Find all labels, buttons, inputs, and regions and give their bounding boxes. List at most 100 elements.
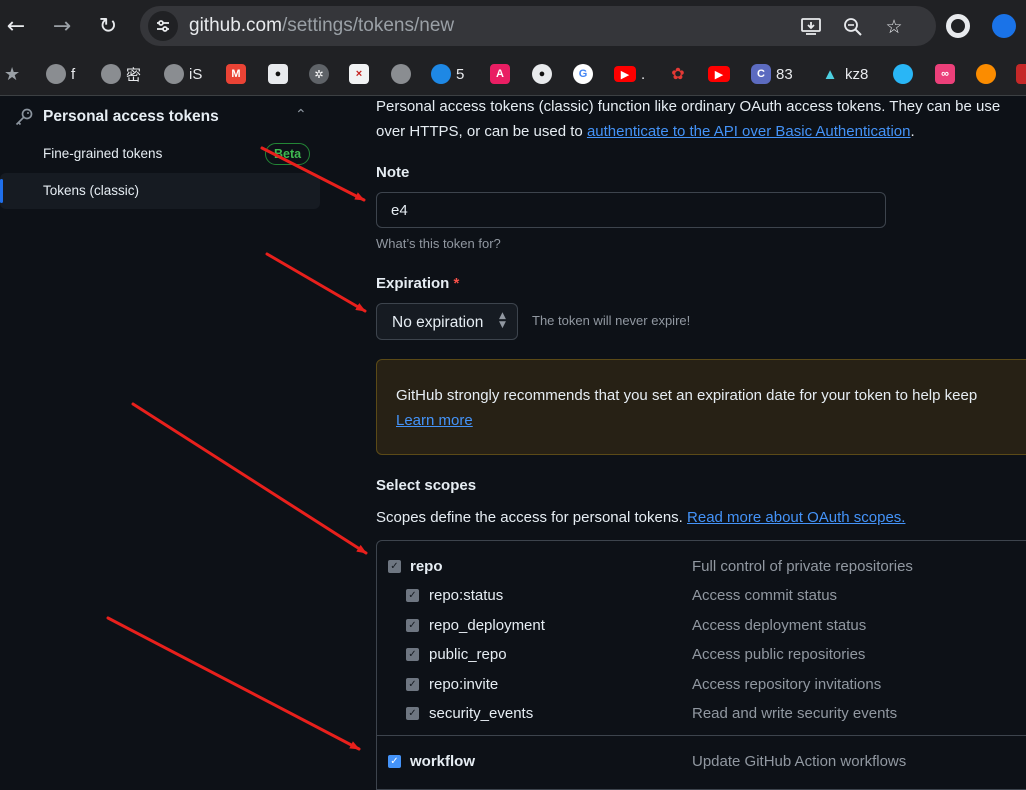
globe-icon: [164, 64, 184, 84]
sidebar-section-label: Personal access tokens: [43, 108, 219, 125]
note-value: e4: [391, 202, 408, 219]
oauth-scopes-link[interactable]: Read more about OAuth scopes.: [687, 509, 905, 526]
scope-description: Read and write security events: [692, 705, 898, 722]
chevron-up-icon[interactable]: ⌃: [295, 107, 307, 123]
scope-description: Access public repositories: [692, 646, 866, 663]
sidebar-section-personal-access-tokens[interactable]: Personal access tokens ⌃: [14, 105, 314, 131]
bookmark-item[interactable]: iS: [164, 62, 202, 86]
bookmark-item[interactable]: [893, 62, 913, 86]
translate-icon: A: [490, 64, 510, 84]
scope-name: security_events: [429, 705, 534, 722]
bookmark-item[interactable]: [1016, 62, 1026, 86]
extension-circle-icon[interactable]: [946, 14, 970, 38]
checkbox-checked-icon[interactable]: ✓: [406, 619, 419, 632]
required-asterisk: *: [453, 275, 460, 292]
expiration-warning-flash: GitHub strongly recommends that you set …: [376, 359, 1026, 455]
scope-description: Access commit status: [692, 587, 838, 604]
expiration-hint: The token will never expire!: [532, 313, 691, 328]
intro-text: Personal access tokens (classic) functio…: [376, 98, 1001, 115]
checkbox-checked-icon[interactable]: ✓: [406, 678, 419, 691]
scope-description: Update GitHub Action workflows: [692, 753, 907, 770]
bookmark-item[interactable]: [976, 62, 996, 86]
app-icon: ×: [349, 64, 369, 84]
checkbox-checked-icon[interactable]: ✓: [406, 648, 419, 661]
scope-row-workflow[interactable]: ✓ workflow Update GitHub Action workflow…: [377, 748, 1026, 776]
scope-row-repo[interactable]: ✓ repo Full control of private repositor…: [377, 553, 1026, 581]
note-input[interactable]: e4: [376, 192, 886, 228]
app-icon: [1016, 64, 1026, 84]
bookmark-star-icon[interactable]: ☆: [881, 14, 907, 40]
circle-icon: [976, 64, 996, 84]
reload-icon[interactable]: ↻: [92, 10, 124, 42]
select-arrows-icon: ▲ ▼: [499, 311, 506, 330]
expiration-value: No expiration: [392, 314, 484, 331]
bookmark-item[interactable]: 5: [431, 62, 464, 86]
bookmark-item[interactable]: [391, 62, 411, 86]
checkbox-checked-icon[interactable]: ✓: [406, 707, 419, 720]
scope-name: repo: [410, 558, 443, 575]
scope-row-repo-invite[interactable]: ✓ repo:invite Access repository invitati…: [377, 671, 1026, 699]
mountain-icon: ▲: [822, 65, 838, 83]
sidebar-item-label: Fine-grained tokens: [43, 146, 163, 161]
sidebar-item-label: Tokens (classic): [43, 183, 140, 198]
bookmark-item[interactable]: ●: [268, 62, 288, 86]
bookmark-item[interactable]: ▶: [708, 62, 730, 86]
checkbox-checked-icon[interactable]: ✓: [406, 589, 419, 602]
google-icon: G: [573, 64, 593, 84]
bookmark-item[interactable]: ✲: [309, 62, 329, 86]
scope-name: repo:invite: [429, 676, 499, 693]
panda-icon: ●: [268, 64, 288, 84]
sidebar-item-fine-grained-tokens[interactable]: Fine-grained tokens Beta: [0, 136, 320, 172]
scope-row-repo-deployment[interactable]: ✓ repo_deployment Access deployment stat…: [377, 612, 1026, 640]
bookmark-item[interactable]: ∞: [935, 62, 955, 86]
app-icon: ∞: [935, 64, 955, 84]
browser-toolbar: ← → ↻ github.com/settings/tokens/new ☆: [0, 0, 1026, 52]
warning-text: GitHub strongly recommends that you set …: [396, 387, 978, 404]
bookmark-item[interactable]: ✿: [668, 62, 688, 86]
github-icon: ●: [532, 64, 552, 84]
note-label: Note: [376, 164, 410, 181]
app-icon: [893, 64, 913, 84]
cloud-icon: [431, 64, 451, 84]
basic-auth-link[interactable]: authenticate to the API over Basic Authe…: [587, 123, 911, 140]
checkbox-checked-icon[interactable]: ✓: [388, 560, 401, 573]
scope-row-security-events[interactable]: ✓ security_events Read and write securit…: [377, 700, 1026, 728]
scope-group-divider: [377, 735, 1026, 736]
bookmark-item[interactable]: M: [226, 62, 246, 86]
site-info-icon[interactable]: [148, 11, 178, 41]
red-logo-icon: ✿: [671, 66, 685, 83]
scope-name: public_repo: [429, 646, 507, 663]
bookmark-item[interactable]: f: [46, 62, 75, 86]
note-hint: What’s this token for?: [376, 236, 501, 251]
globe-icon: [101, 64, 121, 84]
bookmark-item[interactable]: A: [490, 62, 510, 86]
sidebar-item-tokens-classic[interactable]: Tokens (classic): [0, 173, 320, 209]
zoom-icon[interactable]: [840, 14, 866, 40]
expiration-select[interactable]: No expiration ▲ ▼: [376, 303, 518, 340]
scope-description: Access deployment status: [692, 617, 867, 634]
bookmark-item[interactable]: C 83: [751, 62, 793, 86]
key-icon: [14, 107, 34, 132]
expiration-label: Expiration *: [376, 275, 460, 292]
bookmark-item[interactable]: ×: [349, 62, 369, 86]
forward-icon[interactable]: →: [46, 10, 78, 42]
bookmark-star-icon[interactable]: ★: [4, 62, 20, 86]
bookmark-item[interactable]: G: [573, 62, 593, 86]
scope-description: Access repository invitations: [692, 676, 882, 693]
settings-sidebar: Personal access tokens ⌃ Fine-grained to…: [0, 97, 322, 778]
checkbox-checked-icon[interactable]: ✓: [388, 755, 401, 768]
back-icon[interactable]: ←: [0, 10, 32, 42]
scope-row-repo-status[interactable]: ✓ repo:status Access commit status: [377, 582, 1026, 610]
bookmark-item[interactable]: 密: [101, 62, 141, 86]
bookmark-item[interactable]: ●: [532, 62, 552, 86]
scope-row-public-repo[interactable]: ✓ public_repo Access public repositories: [377, 641, 1026, 669]
intro-text-line2: over HTTPS, or can be used to authentica…: [376, 123, 915, 140]
beta-badge: Beta: [265, 143, 311, 165]
install-app-icon[interactable]: [798, 14, 824, 40]
bookmark-item[interactable]: ▲ kz8: [820, 62, 869, 86]
learn-more-link[interactable]: Learn more: [396, 412, 473, 429]
address-bar[interactable]: github.com/settings/tokens/new ☆: [140, 6, 936, 46]
bookmark-item[interactable]: ▶.: [614, 62, 645, 86]
profile-avatar-icon[interactable]: [992, 14, 1016, 38]
openai-icon: ✲: [309, 64, 329, 84]
